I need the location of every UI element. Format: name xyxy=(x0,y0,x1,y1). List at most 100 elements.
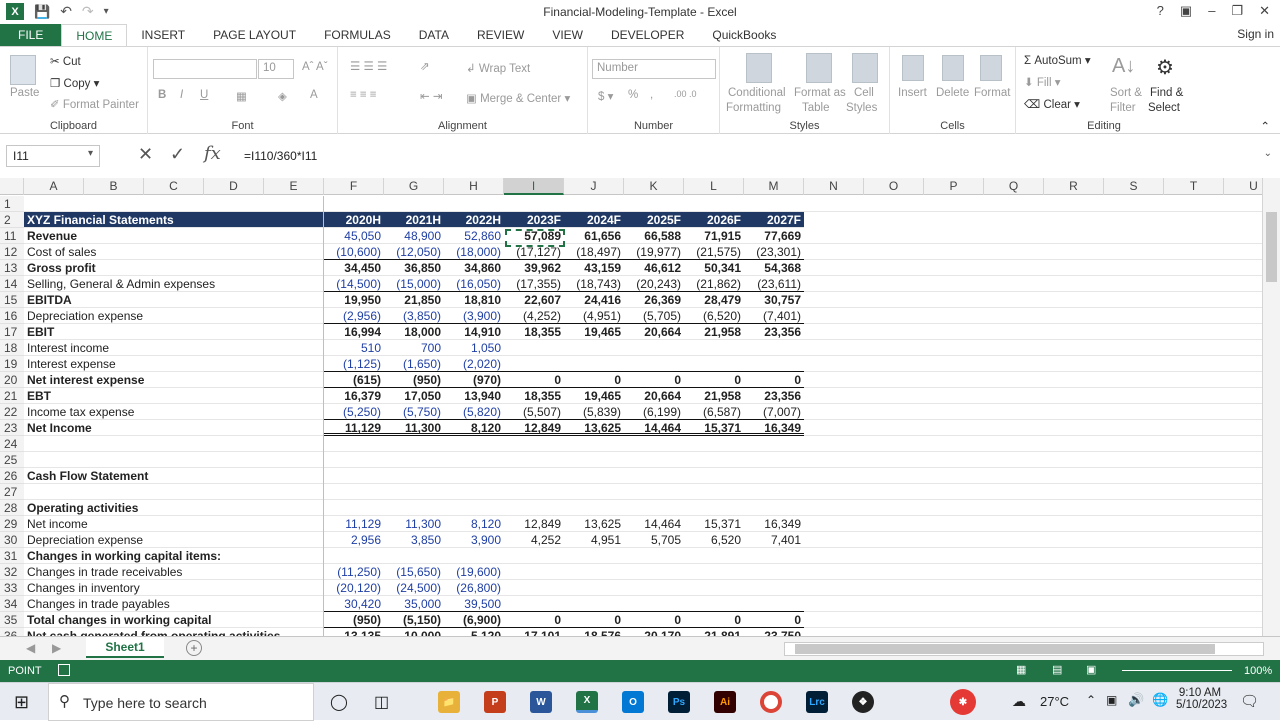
column-header-f[interactable]: F xyxy=(324,178,384,195)
row-label[interactable]: Changes in trade receivables xyxy=(24,564,185,580)
cell-value[interactable]: 48,900 xyxy=(384,228,444,244)
cell-value[interactable]: 18,810 xyxy=(444,292,504,308)
cell-value[interactable]: 18,355 xyxy=(504,388,564,404)
row-label[interactable]: Revenue xyxy=(24,228,80,244)
cell-value[interactable]: (26,800) xyxy=(444,580,504,596)
cell-value[interactable]: (2,956) xyxy=(324,308,384,324)
fill-button[interactable]: ⬇ Fill ▾ xyxy=(1024,75,1061,89)
cell-value[interactable]: 2027F xyxy=(744,212,804,228)
cell-value[interactable]: (19,977) xyxy=(624,244,684,260)
cell-value[interactable]: 54,368 xyxy=(744,260,804,276)
cell-value[interactable]: 16,379 xyxy=(324,388,384,404)
row-header-18[interactable]: 18 xyxy=(0,340,24,356)
cell-value[interactable] xyxy=(564,340,624,356)
cell-value[interactable]: 61,656 xyxy=(564,228,624,244)
cell-value[interactable]: (7,401) xyxy=(744,308,804,324)
cell-value[interactable] xyxy=(504,596,564,612)
cell-value[interactable]: (6,520) xyxy=(684,308,744,324)
cell-value[interactable]: (5,507) xyxy=(504,404,564,420)
cell-value[interactable]: (5,750) xyxy=(384,404,444,420)
column-header-a[interactable]: A xyxy=(24,178,84,195)
column-header-e[interactable]: E xyxy=(264,178,324,195)
row-label[interactable]: Changes in inventory xyxy=(24,580,143,596)
cell-value[interactable]: 18,576 xyxy=(564,628,624,636)
row-header-25[interactable]: 25 xyxy=(0,452,24,468)
column-header-n[interactable]: N xyxy=(804,178,864,195)
cell-value[interactable]: 34,860 xyxy=(444,260,504,276)
row-label[interactable]: Depreciation expense xyxy=(24,532,146,548)
file-explorer-icon[interactable]: 📁 xyxy=(438,691,460,713)
borders-icon[interactable]: ▦ xyxy=(236,89,247,103)
row-header-21[interactable]: 21 xyxy=(0,388,24,404)
tab-home[interactable]: HOME xyxy=(61,24,128,46)
cell-value[interactable]: 510 xyxy=(324,340,384,356)
cell-value[interactable]: 0 xyxy=(564,612,624,628)
cell-value[interactable]: (4,252) xyxy=(504,308,564,324)
row-label[interactable]: Income tax expense xyxy=(24,404,137,420)
cell-value[interactable]: 0 xyxy=(624,612,684,628)
normal-view-icon[interactable]: ▦ xyxy=(1016,663,1026,676)
cell-value[interactable]: (18,497) xyxy=(564,244,624,260)
column-header-t[interactable]: T xyxy=(1164,178,1224,195)
cell-value[interactable]: 46,612 xyxy=(624,260,684,276)
vertical-scroll-thumb[interactable] xyxy=(1266,212,1277,282)
cell-value[interactable]: 2024F xyxy=(564,212,624,228)
cell-value[interactable]: 4,252 xyxy=(504,532,564,548)
cell-value[interactable] xyxy=(744,580,804,596)
fill-color-icon[interactable]: ◈ xyxy=(278,89,287,103)
cell-value[interactable]: 2020H xyxy=(324,212,384,228)
tab-file[interactable]: FILE xyxy=(0,24,62,46)
row-header-15[interactable]: 15 xyxy=(0,292,24,308)
cell-value[interactable]: (6,900) xyxy=(444,612,504,628)
cell-value[interactable] xyxy=(504,580,564,596)
cell-value[interactable]: 20,664 xyxy=(624,324,684,340)
cell-value[interactable]: 35,000 xyxy=(384,596,444,612)
row-label[interactable]: EBT xyxy=(24,388,54,404)
cell-value[interactable]: (3,900) xyxy=(444,308,504,324)
sort-filter-button[interactable]: Sort & xyxy=(1110,87,1142,99)
row-label[interactable]: Interest expense xyxy=(24,356,119,372)
cell-value[interactable] xyxy=(744,564,804,580)
cell-value[interactable]: (23,301) xyxy=(744,244,804,260)
row-header-33[interactable]: 33 xyxy=(0,580,24,596)
cell-value[interactable]: (5,820) xyxy=(444,404,504,420)
cell-value[interactable]: 13,625 xyxy=(564,420,624,436)
cell-value[interactable]: (17,355) xyxy=(504,276,564,292)
cell-value[interactable]: 43,159 xyxy=(564,260,624,276)
language-icon[interactable]: 🌐 xyxy=(1152,692,1168,708)
tab-review[interactable]: REVIEW xyxy=(463,24,538,46)
row-label[interactable]: Net interest expense xyxy=(24,372,147,388)
cell-value[interactable]: 20,664 xyxy=(624,388,684,404)
volume-icon[interactable]: 🔊 xyxy=(1128,692,1144,708)
cell-value[interactable] xyxy=(624,356,684,372)
cell-value[interactable]: 11,300 xyxy=(384,420,444,436)
cancel-formula-icon[interactable]: ✕ xyxy=(138,144,153,165)
cell-value[interactable] xyxy=(684,356,744,372)
cell-value[interactable]: 57,089 xyxy=(504,228,564,244)
tab-quickbooks[interactable]: QuickBooks xyxy=(698,24,790,46)
horizontal-scroll-thumb[interactable] xyxy=(795,644,1215,654)
column-header-m[interactable]: M xyxy=(744,178,804,195)
tab-data[interactable]: DATA xyxy=(405,24,463,46)
cell-value[interactable] xyxy=(504,356,564,372)
temperature[interactable]: 27°C xyxy=(1040,694,1069,709)
cell-value[interactable]: 11,300 xyxy=(384,516,444,532)
row-header-16[interactable]: 16 xyxy=(0,308,24,324)
outlook-icon[interactable]: O xyxy=(622,691,644,713)
column-header-p[interactable]: P xyxy=(924,178,984,195)
row-label[interactable]: Cash Flow Statement xyxy=(24,468,151,484)
cell-value[interactable]: 66,588 xyxy=(624,228,684,244)
cell-value[interactable] xyxy=(684,580,744,596)
orientation-icon[interactable]: ⇗ xyxy=(420,59,430,73)
align-top-icon[interactable]: ☰ ☰ ☰ xyxy=(350,59,387,73)
name-box[interactable]: I11 xyxy=(6,145,100,167)
column-header-s[interactable]: S xyxy=(1104,178,1164,195)
underline-button[interactable]: U xyxy=(200,89,208,101)
cell-value[interactable]: (950) xyxy=(384,372,444,388)
word-icon[interactable]: W xyxy=(530,691,552,713)
cell-value[interactable]: 0 xyxy=(744,372,804,388)
cell-value[interactable]: 700 xyxy=(384,340,444,356)
cell-value[interactable]: (1,650) xyxy=(384,356,444,372)
cell-value[interactable] xyxy=(744,356,804,372)
cell-value[interactable]: (18,743) xyxy=(564,276,624,292)
